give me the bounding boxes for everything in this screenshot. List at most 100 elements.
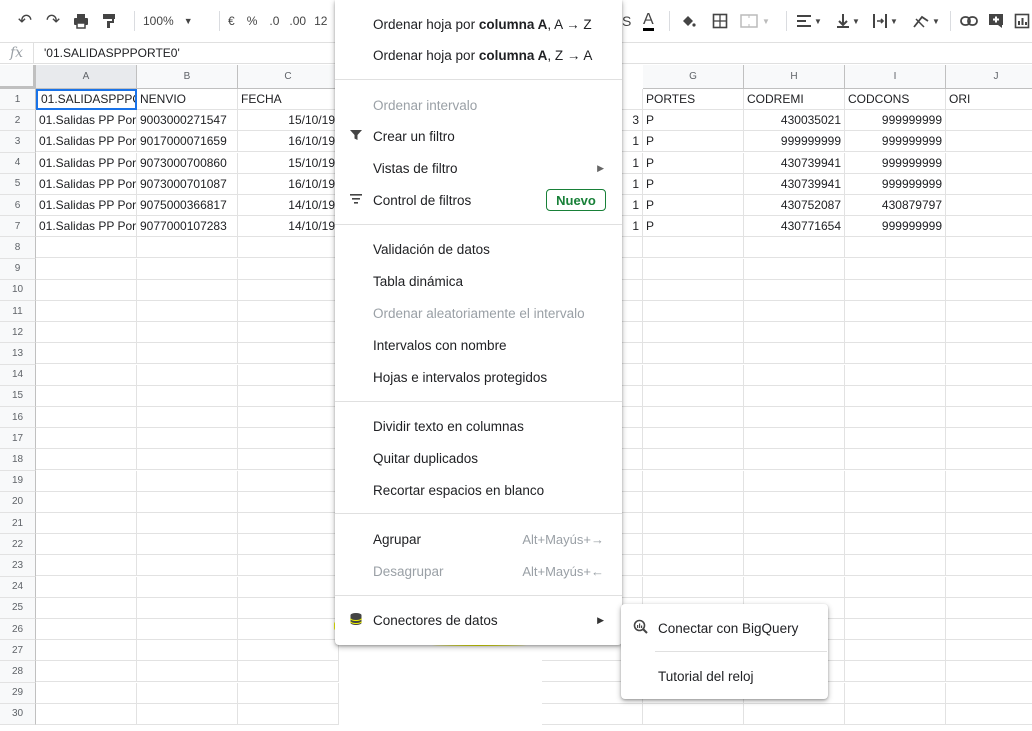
table-cell[interactable] [946,280,1032,301]
table-cell[interactable] [845,619,946,640]
undo-icon[interactable]: ↶ [14,7,36,35]
row-header[interactable]: 17 [0,428,36,450]
table-cell[interactable] [845,301,946,322]
table-cell[interactable] [744,449,845,471]
table-cell[interactable]: 15/10/19 [238,110,339,132]
menu-item-sort-sheet-az[interactable]: Ordenar hoja por columna A, A → Z [335,9,622,39]
table-cell[interactable] [946,640,1032,662]
row-header[interactable]: 13 [0,343,36,365]
table-cell[interactable] [946,513,1032,534]
table-cell[interactable] [946,322,1032,344]
table-cell[interactable] [36,470,137,492]
menu-item-split-text[interactable]: Dividir texto en columnas [335,411,622,441]
table-cell[interactable] [36,619,137,640]
menu-item-sort-sheet-za[interactable]: Ordenar hoja por columna A, Z → A [335,40,622,70]
table-cell[interactable] [36,597,137,619]
table-cell[interactable]: 430739941 [744,173,845,195]
strikethrough-button[interactable]: S [622,7,631,35]
table-cell[interactable] [238,555,339,577]
table-cell[interactable]: 01.Salidas PP Portes [36,216,137,238]
table-cell[interactable] [744,237,845,259]
table-cell[interactable]: 01.Salidas PP Portes [36,131,137,153]
table-cell[interactable] [542,703,643,725]
table-cell[interactable] [845,491,946,513]
column-header[interactable]: I [845,65,946,89]
borders-icon[interactable] [712,7,728,35]
table-cell[interactable] [36,407,137,428]
table-cell[interactable] [238,343,339,365]
table-cell[interactable]: 999999999 [744,131,845,153]
row-header[interactable]: 22 [0,534,36,556]
column-header[interactable]: A [36,65,137,89]
table-cell[interactable] [238,322,339,344]
table-cell[interactable] [946,174,1032,195]
table-cell[interactable] [845,322,946,344]
table-cell[interactable]: 9073000700860 [137,152,238,174]
row-header[interactable]: 9 [0,258,36,280]
table-cell[interactable] [946,471,1032,492]
table-cell[interactable] [744,301,845,322]
row-header[interactable]: 25 [0,597,36,619]
menu-item-data-validation[interactable]: Validación de datos [335,234,622,264]
table-cell[interactable]: 9003000271547 [137,110,238,132]
column-header[interactable]: B [137,65,238,89]
menu-item-group[interactable]: Agrupar Alt+Mayús+→ [335,524,622,554]
table-cell[interactable] [845,407,946,428]
table-cell[interactable] [845,385,946,407]
table-cell[interactable] [137,703,238,725]
menu-item-create-filter[interactable]: Crear un filtro [335,121,622,151]
table-cell[interactable]: 999999999 [845,152,946,174]
table-cell[interactable] [643,407,744,428]
row-header[interactable]: 4 [0,152,36,174]
table-cell[interactable]: 01.Salidas PP Portes [36,152,137,174]
currency-format-button[interactable]: € [228,7,235,35]
table-cell[interactable] [36,534,137,556]
table-cell[interactable]: 430035021 [744,110,845,132]
table-cell[interactable] [137,449,238,471]
table-cell[interactable] [946,577,1032,598]
table-cell[interactable]: 9073000701087 [137,173,238,195]
table-cell[interactable] [845,364,946,386]
table-cell[interactable] [946,131,1032,153]
table-cell[interactable]: P [643,216,744,238]
table-cell[interactable] [643,237,744,259]
table-cell[interactable] [137,343,238,365]
table-cell[interactable]: 16/10/19 [238,173,339,195]
table-cell[interactable] [238,470,339,492]
table-cell[interactable] [643,513,744,534]
table-cell[interactable] [946,259,1032,280]
table-cell[interactable]: 14/10/19 [238,216,339,238]
table-cell[interactable] [137,534,238,556]
table-cell[interactable] [744,576,845,598]
table-cell[interactable] [845,513,946,534]
table-cell[interactable] [238,364,339,386]
column-header[interactable]: J [946,65,1032,89]
table-cell[interactable] [744,513,845,534]
table-cell[interactable]: 16/10/19 [238,131,339,153]
table-cell[interactable] [946,492,1032,513]
table-cell[interactable] [36,661,137,683]
column-header[interactable]: G [643,65,744,89]
row-header[interactable]: 15 [0,385,36,407]
table-cell[interactable] [36,640,137,662]
table-cell[interactable]: P [643,152,744,174]
insert-comment-icon[interactable] [988,7,1004,35]
fill-color-icon[interactable] [680,7,696,35]
insert-link-icon[interactable] [960,7,978,35]
select-all-corner[interactable] [0,65,36,89]
table-cell[interactable] [238,385,339,407]
table-cell[interactable] [137,513,238,534]
table-cell[interactable] [36,364,137,386]
table-cell[interactable] [946,301,1032,322]
table-cell[interactable] [845,555,946,577]
table-cell[interactable] [36,322,137,344]
table-cell[interactable] [946,661,1032,683]
table-cell[interactable]: CODREMI [744,89,845,110]
table-cell[interactable] [137,619,238,640]
table-cell[interactable] [845,343,946,365]
table-cell[interactable] [643,449,744,471]
table-cell[interactable] [137,428,238,450]
menu-item-protected-sheets[interactable]: Hojas e intervalos protegidos [335,362,622,392]
text-color-button[interactable]: A [643,7,654,35]
table-cell[interactable] [36,555,137,577]
